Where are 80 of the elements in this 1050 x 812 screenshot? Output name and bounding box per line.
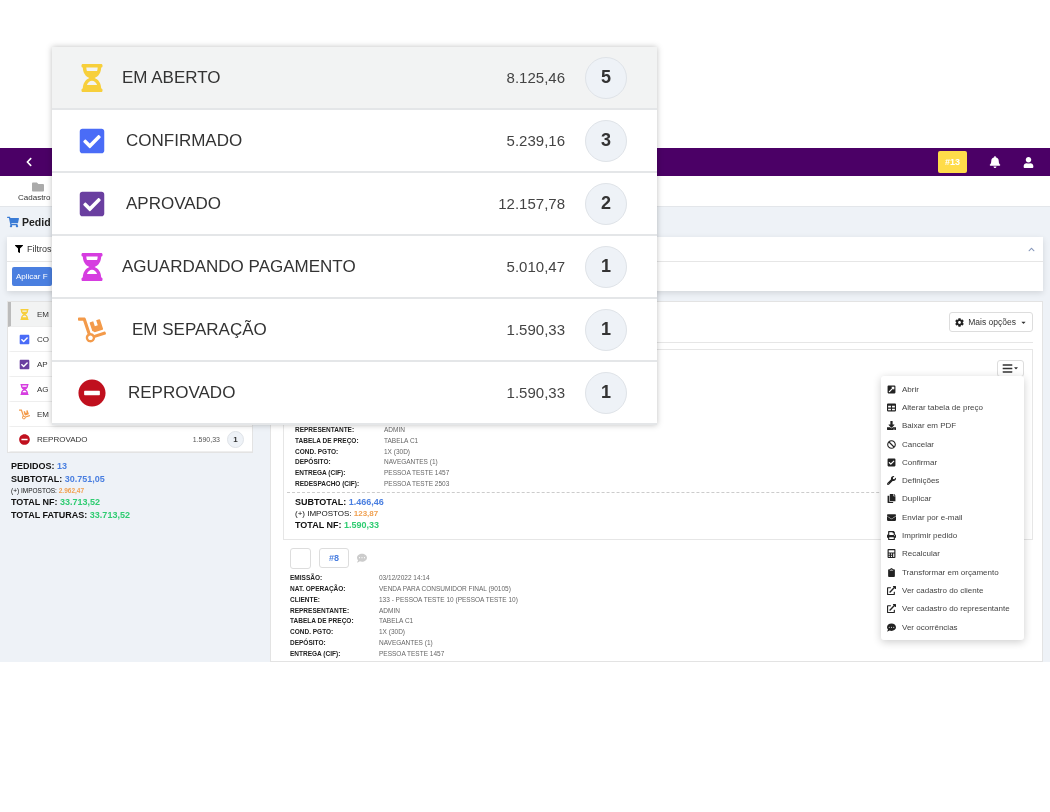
bell-icon[interactable] xyxy=(989,156,1001,168)
status-summary-row[interactable]: EM ABERTO 8.125,46 5 xyxy=(52,47,657,110)
status-count: 1 xyxy=(585,371,627,414)
menu-button[interactable] xyxy=(997,359,1024,377)
menu-icon xyxy=(1002,362,1013,374)
copy-icon xyxy=(887,494,896,504)
menu-item[interactable]: Alterar tabela de preço xyxy=(881,398,1024,417)
status-amount: 12.157,78 xyxy=(498,195,565,212)
total-line: (+) IMPOSTOS: 123,87 xyxy=(295,509,379,519)
external-link-icon xyxy=(887,604,896,614)
status-count: 1 xyxy=(227,430,244,448)
total-line: TOTAL NF: 1.590,33 xyxy=(295,520,380,531)
status-amount: 8.125,46 xyxy=(506,69,565,86)
hand-truck-icon xyxy=(19,408,30,420)
page-title: Pedid xyxy=(22,216,51,228)
caret-icon xyxy=(1013,365,1019,371)
checkbox-icon xyxy=(887,457,896,467)
total-line: PEDIDOS: 13 xyxy=(11,461,68,471)
ban-icon xyxy=(887,439,896,449)
more-options-button[interactable]: Mais opções xyxy=(949,312,1033,332)
status-amount: 1.590,33 xyxy=(506,321,565,338)
status-amount: 5.010,47 xyxy=(506,258,565,275)
toolbar-label[interactable]: Cadastro xyxy=(18,192,51,202)
envelope-icon xyxy=(887,512,896,522)
clipboard-icon xyxy=(887,567,896,577)
select-checkbox[interactable] xyxy=(290,547,311,569)
filter-title: Filtros xyxy=(27,244,52,254)
menu-item[interactable]: Definições xyxy=(881,471,1024,490)
no-entry-icon xyxy=(78,378,106,407)
calculator-icon xyxy=(887,549,896,559)
status-summary-row[interactable]: EM SEPARAÇÃO 1.590,33 1 xyxy=(52,299,657,362)
status-count: 2 xyxy=(585,182,627,225)
download-icon xyxy=(887,421,896,431)
back-icon[interactable] xyxy=(24,157,34,167)
status-amount: 1.590,33 xyxy=(506,384,565,401)
printer-icon xyxy=(887,531,896,540)
total-line: TOTAL NF: 33.713,52 xyxy=(11,497,101,507)
menu-item[interactable]: Baixar em PDF xyxy=(881,416,1024,435)
checkbox-icon xyxy=(78,126,106,155)
status-amount: 5.239,16 xyxy=(506,132,565,149)
status-summary-row[interactable]: REPROVADO 1.590,33 1 xyxy=(52,362,657,425)
user-icon[interactable] xyxy=(1023,156,1034,168)
menu-item[interactable]: Abrir xyxy=(881,380,1024,399)
hourglass-icon xyxy=(19,308,30,320)
checkbox-icon xyxy=(19,358,30,370)
status-count: 1 xyxy=(585,245,627,288)
checkbox-icon xyxy=(19,333,30,345)
menu-item[interactable]: Duplicar xyxy=(881,489,1024,509)
hourglass-icon xyxy=(19,383,30,395)
settings-icon xyxy=(955,317,965,327)
status-count: 5 xyxy=(585,56,627,99)
menu-item[interactable]: Imprimir pedido xyxy=(881,526,1024,545)
speech-bubble-icon xyxy=(887,622,896,632)
hand-truck-icon xyxy=(78,315,106,344)
menu-item[interactable]: Enviar por e-mail xyxy=(881,508,1024,527)
external-link-icon xyxy=(887,585,896,595)
collapse-icon[interactable] xyxy=(1028,245,1035,253)
menu-item[interactable]: Recalcular xyxy=(881,544,1024,563)
status-count: 1 xyxy=(585,308,627,351)
menu-item[interactable]: Ver cadastro do cliente xyxy=(881,581,1024,600)
menu-item[interactable]: Ver cadastro do representante xyxy=(881,599,1024,618)
total-line: TOTAL FATURAS: 33.713,52 xyxy=(11,510,130,520)
table-icon xyxy=(887,402,896,412)
total-line: SUBTOTAL: 30.751,05 xyxy=(11,474,105,484)
filter-icon xyxy=(15,245,23,253)
cart-icon xyxy=(7,216,19,228)
no-entry-icon xyxy=(19,433,30,445)
status-count: 3 xyxy=(585,119,627,162)
wrench-icon xyxy=(887,476,896,486)
status-summary-row[interactable]: AGUARDANDO PAGAMENTO 5.010,47 1 xyxy=(52,236,657,299)
total-line: SUBTOTAL: 1.466,46 xyxy=(295,497,384,508)
checkbox-icon xyxy=(78,189,106,218)
apply-button[interactable]: Aplicar F xyxy=(12,267,52,286)
menu-item[interactable]: Cancelar xyxy=(881,434,1024,454)
menu-item[interactable]: Ver ocorrências xyxy=(881,617,1024,637)
status-summary-row[interactable]: CONFIRMADO 5.239,16 3 xyxy=(52,110,657,173)
status-summary-row[interactable]: APROVADO 12.157,78 2 xyxy=(52,173,657,236)
menu-item[interactable]: Confirmar xyxy=(881,453,1024,472)
order-number[interactable]: #8 xyxy=(319,548,349,569)
menu-item[interactable]: Transformar em orçamento xyxy=(881,562,1024,582)
